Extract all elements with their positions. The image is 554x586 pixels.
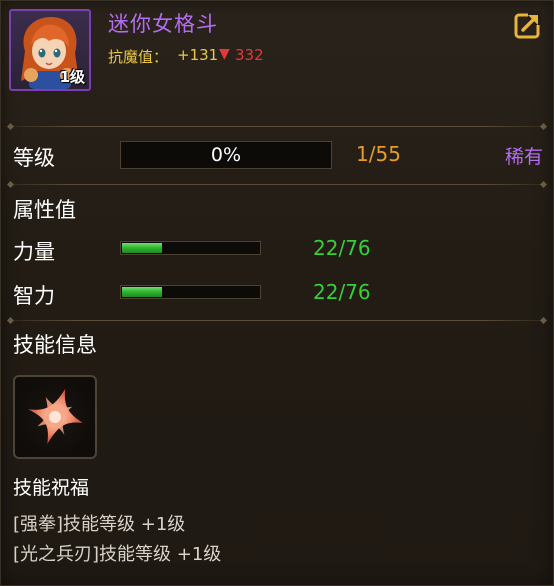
intelligence-value: 22/76 <box>313 280 371 304</box>
share-button[interactable] <box>514 11 542 39</box>
creature-name: 迷你女格斗 <box>108 12 218 36</box>
character-avatar[interactable]: 1级 <box>9 9 91 91</box>
intelligence-bar <box>120 285 261 299</box>
resist-label: 抗魔值： <box>108 48 169 66</box>
attribute-label-strength: 力量 <box>13 240 55 264</box>
resist-increase-value: +131 <box>177 46 219 64</box>
strength-bar <box>120 241 261 255</box>
section-divider <box>8 184 546 185</box>
creature-info-panel: 1级 迷你女格斗 抗魔值： +131 ▼ 332 等级 0% 1/55 稀有 属… <box>0 0 554 586</box>
level-progress-text: 0% <box>210 144 242 166</box>
share-arrow-icon <box>514 11 542 39</box>
level-label: 等级 <box>13 146 55 170</box>
attributes-heading: 属性值 <box>13 198 76 222</box>
skill-blessing-heading: 技能祝福 <box>13 477 90 499</box>
four-point-star-skill-icon <box>28 388 83 444</box>
section-divider <box>8 320 546 321</box>
rarity-label: 稀有 <box>505 146 544 168</box>
decrease-arrow-icon: ▼ <box>219 46 230 62</box>
resist-decrease-value: 332 <box>235 46 264 64</box>
level-progress-bar: 0% <box>120 141 332 169</box>
section-divider <box>8 126 546 127</box>
skills-heading: 技能信息 <box>13 333 97 357</box>
skill-blessing-line: [光之兵刃]技能等级 +1级 <box>13 544 222 565</box>
strength-bar-fill <box>122 243 162 253</box>
skill-icon-slot[interactable] <box>13 375 97 459</box>
level-count: 1/55 <box>356 142 401 166</box>
avatar-level-badge: 1级 <box>59 68 85 86</box>
attribute-label-intelligence: 智力 <box>13 284 55 308</box>
intelligence-bar-fill <box>122 287 162 297</box>
strength-value: 22/76 <box>313 236 371 260</box>
skill-blessing-line: [强拳]技能等级 +1级 <box>13 514 186 535</box>
